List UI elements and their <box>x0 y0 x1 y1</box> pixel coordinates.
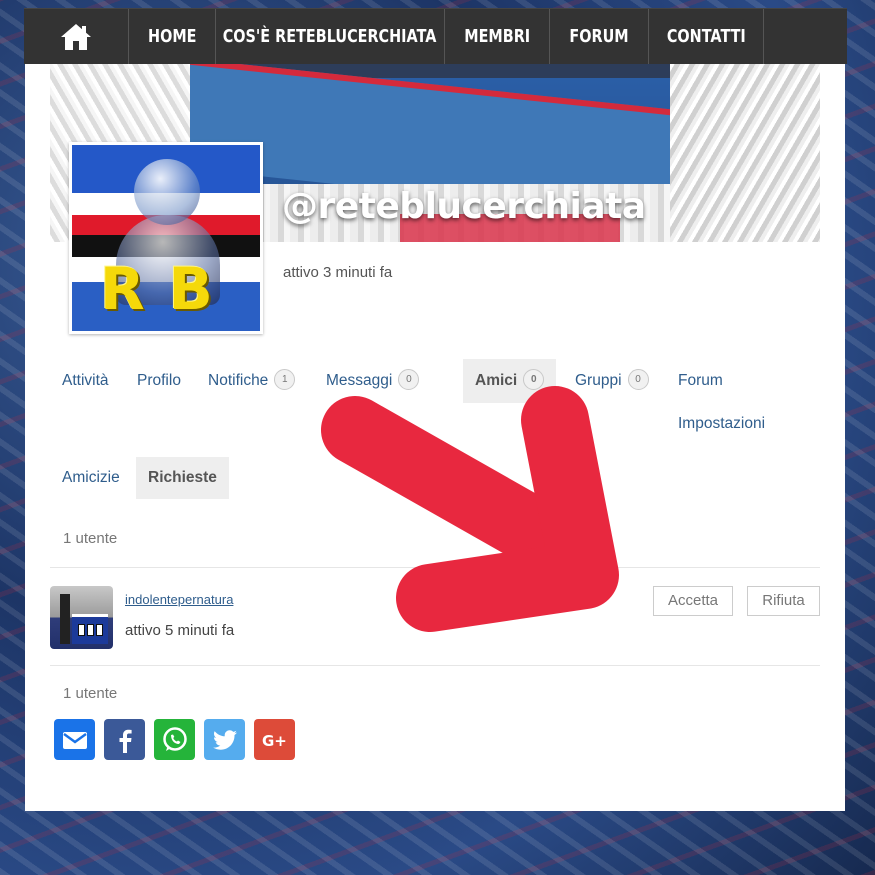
share-whatsapp-button[interactable] <box>154 719 195 760</box>
tab-label: Amici <box>475 372 518 389</box>
tab-label: Impostazioni <box>678 415 766 432</box>
nav-label-about: COS'È RETEBLUCERCHIATA <box>223 26 437 47</box>
member-name-link[interactable]: indolentepernatura <box>125 592 233 607</box>
top-navigation: HOME COS'È RETEBLUCERCHIATA MEMBRI FORUM… <box>24 8 847 64</box>
avatar-letters: RB <box>100 255 237 323</box>
requests-count-bottom: 1 utente <box>63 685 118 702</box>
tab-label: Profilo <box>137 372 181 389</box>
nav-label-home: HOME <box>147 26 197 47</box>
twitter-icon <box>212 729 237 750</box>
messages-count-badge: 0 <box>398 369 420 391</box>
share-twitter-button[interactable] <box>204 719 245 760</box>
tab-settings[interactable]: Impostazioni <box>666 402 777 446</box>
reject-button[interactable]: Rifiuta <box>747 586 820 616</box>
tab-friends[interactable]: Amici 0 <box>463 359 557 403</box>
tab-groups[interactable]: Gruppi 0 <box>563 359 661 403</box>
subtab-friendships[interactable]: Amicizie <box>50 457 132 499</box>
nav-label-contacts: CONTATTI <box>666 26 746 47</box>
nav-item-members[interactable]: MEMBRI <box>445 9 550 64</box>
tab-label: Attività <box>62 372 109 389</box>
tab-activity[interactable]: Attività <box>50 359 121 403</box>
profile-last-active: attivo 3 minuti fa <box>283 264 393 281</box>
tab-profile[interactable]: Profilo <box>125 359 193 403</box>
notifications-count-badge: 1 <box>274 369 296 391</box>
home-icon <box>61 23 91 50</box>
nav-item-contacts[interactable]: CONTATTI <box>649 9 764 64</box>
groups-count-badge: 0 <box>627 369 649 391</box>
requests-count-top: 1 utente <box>63 530 118 547</box>
nav-label-members: MEMBRI <box>464 26 530 47</box>
home-button[interactable] <box>24 9 129 64</box>
tab-notifications[interactable]: Notifiche 1 <box>196 359 307 403</box>
tab-messages[interactable]: Messaggi 0 <box>314 359 431 403</box>
nav-item-forum[interactable]: FORUM <box>550 9 649 64</box>
subtab-requests[interactable]: Richieste <box>136 457 229 499</box>
share-google-plus-button[interactable]: G+ <box>254 719 295 760</box>
profile-avatar[interactable]: RB <box>69 142 263 334</box>
profile-username: @reteblucerchiata <box>282 186 646 227</box>
svg-text:G+: G+ <box>262 732 287 750</box>
tab-label: Notifiche <box>208 372 269 389</box>
share-email-button[interactable] <box>54 719 95 760</box>
divider <box>50 567 820 568</box>
tab-label: Messaggi <box>326 372 393 389</box>
facebook-icon <box>119 729 132 753</box>
share-facebook-button[interactable] <box>104 719 145 760</box>
tab-label: Gruppi <box>575 372 622 389</box>
subtab-label: Amicizie <box>62 469 120 486</box>
member-avatar[interactable] <box>50 586 113 649</box>
nav-item-about[interactable]: COS'È RETEBLUCERCHIATA <box>216 9 445 64</box>
whatsapp-icon <box>162 726 187 751</box>
tab-label: Forum <box>678 372 723 389</box>
nav-label-forum: FORUM <box>569 26 629 47</box>
profile-panel: @reteblucerchiata RB attivo 3 minuti fa … <box>25 64 845 811</box>
member-last-active: attivo 5 minuti fa <box>125 622 235 639</box>
nav-item-home[interactable]: HOME <box>129 9 216 64</box>
google-plus-icon: G+ <box>262 732 287 750</box>
email-icon <box>62 731 87 749</box>
subtab-label: Richieste <box>148 469 217 486</box>
friends-count-badge: 0 <box>523 369 545 391</box>
accept-button[interactable]: Accetta <box>653 586 733 616</box>
divider <box>50 665 820 666</box>
tab-forum[interactable]: Forum <box>666 359 735 403</box>
